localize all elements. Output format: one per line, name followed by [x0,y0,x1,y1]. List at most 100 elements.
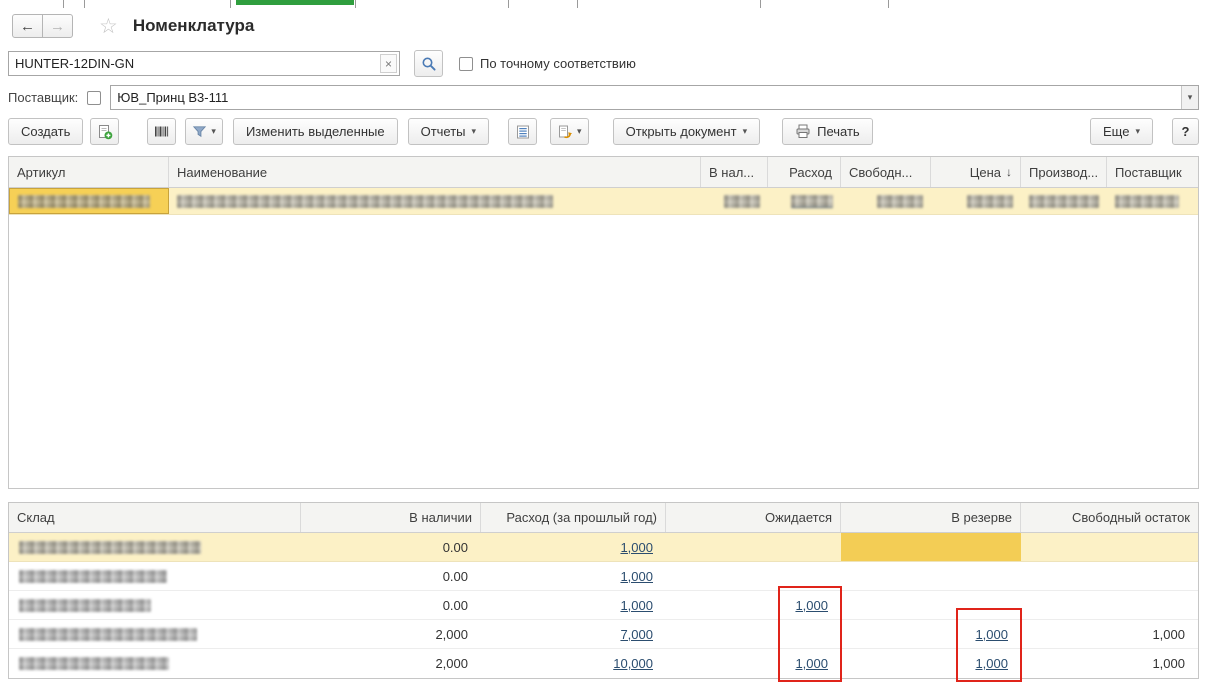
column-v-nalichii[interactable]: В наличии [301,503,481,532]
cell-consumption[interactable]: 1,000 [481,562,666,590]
column-cena[interactable]: Цена ↓ [931,157,1021,187]
column-rashod-god[interactable]: Расход (за прошлый год) [481,503,666,532]
create-group-button[interactable] [90,118,119,145]
cell-cena[interactable] [931,188,1021,214]
printer-icon [795,124,811,139]
column-sklad[interactable]: Склад [9,503,301,532]
expected-link[interactable]: 1,000 [795,656,828,671]
supplier-dropdown-button[interactable]: ▾ [1181,86,1198,109]
cell-reserve[interactable] [841,562,1021,590]
cell-warehouse[interactable] [9,620,301,648]
cell-consumption[interactable]: 10,000 [481,649,666,678]
column-svobodny-ostatok[interactable]: Свободный остаток [1021,503,1198,532]
cell-warehouse[interactable] [9,562,301,590]
cell-expected[interactable]: 1,000 [666,591,841,619]
reports-button[interactable]: Отчеты ▾ [408,118,489,145]
cell-free[interactable] [1021,562,1198,590]
cell-reserve[interactable] [841,591,1021,619]
cell-svobodno[interactable] [841,188,931,214]
more-label: Еще [1103,124,1129,139]
cell-naimenovanie[interactable] [169,188,701,214]
open-document-button[interactable]: Открыть документ ▾ [613,118,761,145]
redacted-manufacturer [1029,195,1099,208]
cell-reserve[interactable]: 1,000 [841,620,1021,648]
cell-v-nalichii[interactable] [701,188,768,214]
clear-search-button[interactable]: × [380,54,397,73]
cell-artikul[interactable] [9,188,169,214]
edit-selected-button[interactable]: Изменить выделенные [233,118,398,145]
cell-postavshik[interactable] [1107,188,1198,214]
cell-available[interactable]: 2,000 [301,620,481,648]
stock-row[interactable]: 0.00 1,000 [9,533,1198,562]
column-naimenovanie[interactable]: Наименование [169,157,701,187]
reserve-link[interactable]: 1,000 [975,627,1008,642]
column-v-nalichii[interactable]: В нал... [701,157,768,187]
print-button[interactable]: Печать [782,118,873,145]
cell-consumption[interactable]: 1,000 [481,533,666,561]
add-document-icon [97,124,113,140]
chevron-down-icon: ▾ [577,126,582,137]
cell-expected[interactable] [666,562,841,590]
search-row: × По точному соответствию [8,50,636,77]
back-button[interactable]: ← [12,14,43,38]
column-artikul[interactable]: Артикул [9,157,169,187]
list-view-button[interactable] [508,118,537,145]
cell-warehouse[interactable] [9,649,301,678]
cell-reserve-current[interactable] [841,533,1021,561]
create-button[interactable]: Создать [8,118,83,145]
consumption-link[interactable]: 1,000 [620,540,653,555]
column-svobodno[interactable]: Свободн... [841,157,931,187]
tab-separator [577,0,578,8]
cell-free[interactable]: 1,000 [1021,620,1198,648]
exact-match-checkbox[interactable] [459,57,473,71]
cell-proizvoditel[interactable] [1021,188,1107,214]
cell-consumption[interactable]: 1,000 [481,591,666,619]
consumption-link[interactable]: 10,000 [613,656,653,671]
favorite-star-icon[interactable]: ☆ [99,16,118,37]
barcode-button[interactable] [147,118,176,145]
supplier-checkbox[interactable] [87,91,101,105]
cell-warehouse[interactable] [9,533,301,561]
consumption-link[interactable]: 1,000 [620,598,653,613]
expected-link[interactable]: 1,000 [795,598,828,613]
column-v-rezerve[interactable]: В резерве [841,503,1021,532]
column-rashod[interactable]: Расход [768,157,841,187]
stock-row[interactable]: 0.00 1,000 [9,562,1198,591]
cell-expected[interactable]: 1,000 [666,649,841,678]
filter-button[interactable]: ▾ [185,118,223,145]
consumption-link[interactable]: 1,000 [620,569,653,584]
cell-free[interactable] [1021,591,1198,619]
cell-available[interactable]: 0.00 [301,562,481,590]
cell-available[interactable]: 0.00 [301,591,481,619]
stock-row[interactable]: 0.00 1,000 1,000 [9,591,1198,620]
stock-row[interactable]: 2,000 7,000 1,000 1,000 [9,620,1198,649]
cell-reserve[interactable]: 1,000 [841,649,1021,678]
nomenclature-row-selected[interactable] [9,188,1198,215]
forward-button[interactable]: → [42,14,73,38]
search-input[interactable] [9,56,380,71]
column-ozhidaetsya[interactable]: Ожидается [666,503,841,532]
consumption-link[interactable]: 7,000 [620,627,653,642]
cell-expected[interactable] [666,620,841,648]
search-button[interactable] [414,50,443,77]
cell-rashod[interactable] [768,188,841,214]
create-based-on-button[interactable]: ▾ [550,118,589,145]
redacted-supplier [1115,195,1179,208]
document-arrow-icon [557,124,573,140]
reserve-link[interactable]: 1,000 [975,656,1008,671]
active-tab-indicator[interactable] [236,0,354,5]
cell-free[interactable] [1021,533,1198,561]
column-proizvoditel[interactable]: Производ... [1021,157,1107,187]
help-button[interactable]: ? [1172,118,1199,145]
cell-free[interactable]: 1,000 [1021,649,1198,678]
column-postavshik[interactable]: Поставщик [1107,157,1198,187]
supplier-input[interactable] [111,90,1181,105]
cell-available[interactable]: 2,000 [301,649,481,678]
cell-expected[interactable] [666,533,841,561]
cell-consumption[interactable]: 7,000 [481,620,666,648]
cell-warehouse[interactable] [9,591,301,619]
stock-row[interactable]: 2,000 10,000 1,000 1,000 1,000 [9,649,1198,678]
tab-separator [760,0,761,8]
more-button[interactable]: Еще ▾ [1090,118,1153,145]
cell-available[interactable]: 0.00 [301,533,481,561]
